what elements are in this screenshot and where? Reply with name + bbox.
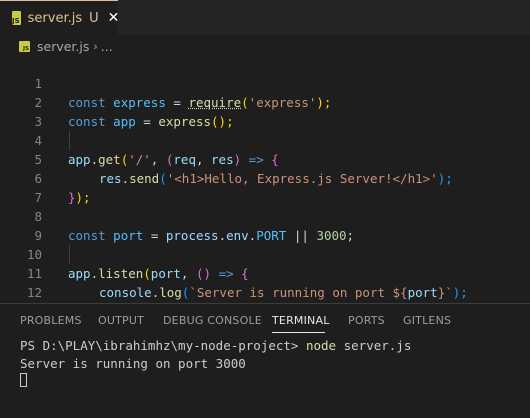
chevron-right-icon: › xyxy=(93,39,98,53)
breadcrumb-file[interactable]: server.js xyxy=(37,39,89,54)
breadcrumb-symbols[interactable]: ... xyxy=(101,39,113,54)
untracked-badge: U xyxy=(89,10,99,26)
code-line: 8 const port = process.env.PORT || 3000; xyxy=(0,188,530,243)
javascript-file-icon: JS xyxy=(19,40,30,52)
terminal-command: node xyxy=(305,338,337,353)
code-line: 3 xyxy=(0,93,530,129)
terminal-cursor xyxy=(20,373,27,387)
tab-gitlens[interactable]: GITLENS xyxy=(403,314,451,327)
code-line: 12 }); xyxy=(0,264,530,319)
code-line: 10 app.listen(port, () => { xyxy=(0,226,530,281)
terminal-prompt: PS D:\PLAY\ibrahimhz\my-node-project> xyxy=(20,338,306,353)
tab-terminal[interactable]: TERMINAL xyxy=(272,314,330,327)
terminal-output-line: Server is running on port 3000 xyxy=(20,355,246,371)
code-line: 13 xyxy=(0,283,530,319)
code-line: 6 }); xyxy=(0,150,530,205)
tab-server-js[interactable]: JS server.js U ✕ xyxy=(0,0,120,35)
code-line: 2 const app = express(); xyxy=(0,74,530,129)
tab-debug-console[interactable]: DEBUG CONSOLE xyxy=(163,314,262,327)
code-line: 4 app.get('/', (req, res) => { xyxy=(0,112,530,167)
javascript-file-icon: JS xyxy=(12,11,21,25)
tab-ports[interactable]: PORTS xyxy=(348,314,385,327)
terminal-output[interactable]: PS D:\PLAY\ibrahimhz\my-node-project> no… xyxy=(20,337,411,390)
code-editor[interactable]: 1 const express = require('express'); 2 … xyxy=(0,55,530,319)
bottom-panel: PROBLEMS OUTPUT DEBUG CONSOLE TERMINAL P… xyxy=(0,303,530,418)
tab-problems[interactable]: PROBLEMS xyxy=(20,314,82,327)
editor-tab-bar: JS server.js U ✕ xyxy=(0,0,530,35)
code-line: 11 console.log(`Server is running on por… xyxy=(0,245,530,300)
close-icon[interactable]: ✕ xyxy=(108,10,120,26)
breadcrumb: JS server.js › ... xyxy=(0,35,530,57)
code-line: 7 xyxy=(0,169,530,205)
code-line: 1 const express = require('express'); xyxy=(0,55,530,110)
panel-tabs: PROBLEMS OUTPUT DEBUG CONSOLE TERMINAL P… xyxy=(0,304,530,336)
active-tab-indicator xyxy=(272,332,325,333)
terminal-command-args: server.js xyxy=(336,338,412,353)
tab-title: server.js xyxy=(27,10,83,26)
code-line: 9 xyxy=(0,207,530,243)
code-line: 5 res.send('<h1>Hello, Express.js Server… xyxy=(0,131,530,186)
tab-output[interactable]: OUTPUT xyxy=(98,314,144,327)
